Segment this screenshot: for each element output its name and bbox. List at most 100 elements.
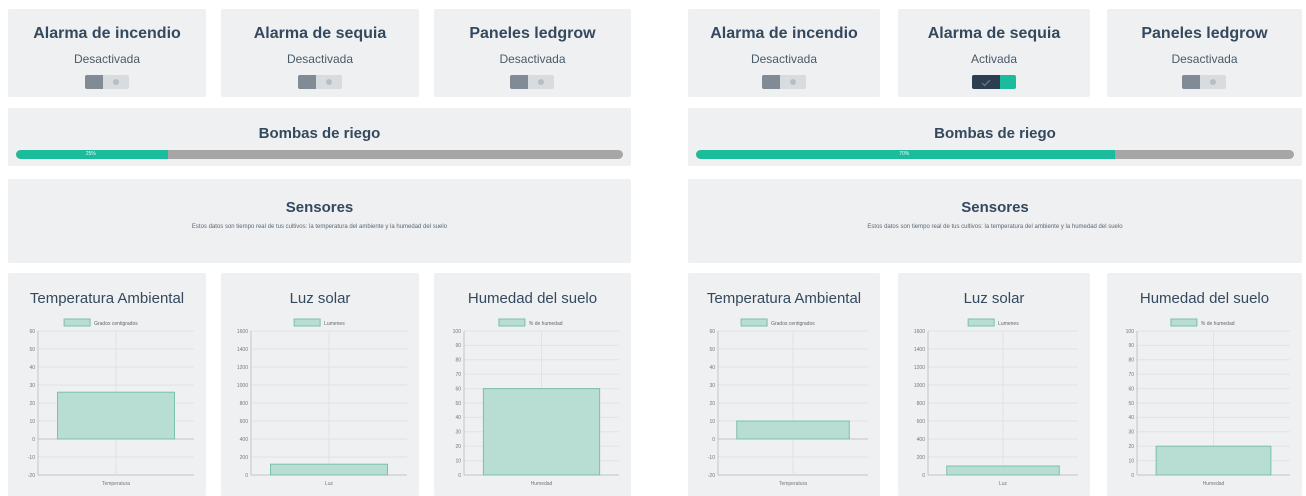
temperature-chart: Grados centigrados -20 -10 0 10 20 30 40 50 60 Tem…: [28, 318, 194, 487]
temperature-chart-card: Temperatura Ambiental Grados centigrados…: [688, 273, 880, 496]
sensors-card: Sensores Estos datos son tiempo real de …: [8, 179, 631, 263]
y-tick-label: 50: [29, 347, 35, 353]
ledgrow-panels-toggle[interactable]: [510, 75, 554, 89]
sensors-title: Sensores: [961, 199, 1029, 216]
pump-card: Bombas de riego 70%: [688, 108, 1302, 166]
drought-alarm-card: Alarma de sequia Activada: [898, 9, 1090, 97]
y-tick-label: 0: [245, 473, 248, 479]
y-tick-label: 80: [1128, 358, 1134, 364]
sensors-title: Sensores: [285, 199, 354, 216]
sunlight-chart: Lumenes 0 200 400 600 800 1000 1200 1400 1600 Luz: [914, 318, 1078, 487]
y-tick-label: 1000: [914, 383, 925, 389]
y-tick-label: 1200: [914, 365, 925, 371]
y-tick-label: 20: [29, 401, 35, 407]
y-tick-label: 1600: [237, 329, 248, 335]
y-tick-label: 0: [32, 437, 35, 443]
y-tick-label: 60: [1128, 386, 1134, 392]
ledgrow-panels-card: Paneles ledgrow Desactivada: [1107, 9, 1302, 97]
y-tick-label: 60: [709, 329, 715, 335]
drought-alarm-toggle[interactable]: [972, 75, 1016, 89]
y-tick-label: 60: [455, 386, 461, 392]
legend-label: Lumenes: [998, 321, 1019, 327]
toggle-knob-icon: [1210, 79, 1216, 85]
drought-alarm-title: Alarma de sequia: [927, 25, 1061, 42]
y-tick-label: 1400: [914, 347, 925, 353]
fire-alarm-card: Alarma de incendio Desactivada: [8, 9, 206, 97]
y-tick-label: -20: [28, 473, 35, 479]
y-tick-label: 20: [455, 444, 461, 450]
y-tick-label: 600: [917, 419, 926, 425]
y-tick-label: 40: [709, 365, 715, 371]
pump-progress-label: 70%: [899, 151, 910, 157]
toggle-knob-icon: [538, 79, 544, 85]
x-tick-label: Temperatura: [779, 481, 807, 487]
bar: [270, 463, 388, 476]
y-tick-label: 100: [453, 329, 462, 335]
dashboard-left: Alarma de incendio Desactivada Alarma de…: [8, 0, 638, 496]
pump-title: Bombas de riego: [258, 125, 381, 142]
y-tick-label: 30: [1128, 430, 1134, 436]
y-tick-label: -10: [708, 455, 715, 461]
y-tick-label: 10: [29, 419, 35, 425]
y-tick-label: 50: [709, 347, 715, 353]
sensors-card: Sensores Estos datos son tiempo real de …: [688, 179, 1302, 263]
bar: [57, 391, 175, 440]
fire-alarm-card: Alarma de incendio Desactivada: [688, 9, 880, 97]
y-tick-label: 90: [1128, 343, 1134, 349]
pump-card: Bombas de riego 25%: [8, 108, 631, 166]
drought-alarm-toggle[interactable]: [298, 75, 342, 89]
x-tick-label: Humedad: [531, 481, 553, 487]
y-tick-label: 30: [29, 383, 35, 389]
y-tick-label: 10: [455, 458, 461, 464]
drought-alarm-title: Alarma de sequia: [253, 25, 387, 42]
sensors-description: Estos datos son tiempo real de tus culti…: [191, 224, 448, 230]
y-tick-label: 0: [458, 473, 461, 479]
x-tick-label: Humedad: [1203, 481, 1225, 487]
y-tick-label: 10: [1128, 458, 1134, 464]
ledgrow-panels-status: Desactivada: [499, 52, 566, 66]
drought-alarm-card: Alarma de sequia Desactivada: [221, 9, 419, 97]
y-tick-label: 70: [455, 372, 461, 378]
legend-swatch: [498, 318, 526, 327]
y-tick-label: 40: [29, 365, 35, 371]
y-tick-label: 20: [1128, 444, 1134, 450]
bar: [946, 465, 1060, 476]
y-tick-label: 600: [240, 419, 249, 425]
x-tick-label: Luz: [325, 481, 334, 487]
y-tick-label: 1200: [237, 365, 248, 371]
legend-label: Grados centigrados: [771, 321, 815, 327]
legend-label: Lumenes: [324, 321, 345, 327]
y-tick-label: 60: [29, 329, 35, 335]
y-tick-label: -20: [708, 473, 715, 479]
soil-humidity-chart-card: Humedad del suelo % de humedad 0 10 20 30 40 5…: [1107, 273, 1302, 496]
pump-progress-label: 25%: [85, 151, 96, 157]
x-tick-label: Temperatura: [102, 481, 130, 487]
y-tick-label: 1000: [237, 383, 248, 389]
y-tick-label: 0: [712, 437, 715, 443]
y-tick-label: 400: [240, 437, 249, 443]
legend-swatch: [293, 318, 321, 327]
y-tick-label: 100: [1126, 329, 1135, 335]
toggle-knob-icon: [113, 79, 119, 85]
y-tick-label: 70: [1128, 372, 1134, 378]
drought-alarm-status: Activada: [970, 52, 1018, 66]
drought-alarm-status: Desactivada: [286, 52, 354, 66]
y-tick-label: 10: [709, 419, 715, 425]
ledgrow-panels-toggle[interactable]: [1182, 75, 1226, 89]
y-tick-label: 0: [922, 473, 925, 479]
dashboard-right: Alarma de incendio Desactivada Alarma de…: [688, 0, 1302, 496]
legend-label: % de humedad: [1201, 321, 1235, 327]
y-tick-label: 30: [455, 430, 461, 436]
legend-label: Grados centigrados: [94, 321, 138, 327]
fire-alarm-title: Alarma de incendio: [710, 25, 858, 42]
temperature-chart-card: Temperatura Ambiental Grados centigrados…: [8, 273, 206, 496]
toggle-knob-icon: [790, 79, 796, 85]
fire-alarm-toggle[interactable]: [762, 75, 806, 89]
pump-progress-bar: 25%: [16, 150, 623, 159]
fire-alarm-toggle[interactable]: [85, 75, 129, 89]
fire-alarm-status: Desactivada: [750, 52, 818, 66]
fire-alarm-status: Desactivada: [73, 52, 141, 66]
y-tick-label: 80: [455, 358, 461, 364]
x-tick-label: Luz: [999, 481, 1008, 487]
bar: [736, 420, 850, 440]
